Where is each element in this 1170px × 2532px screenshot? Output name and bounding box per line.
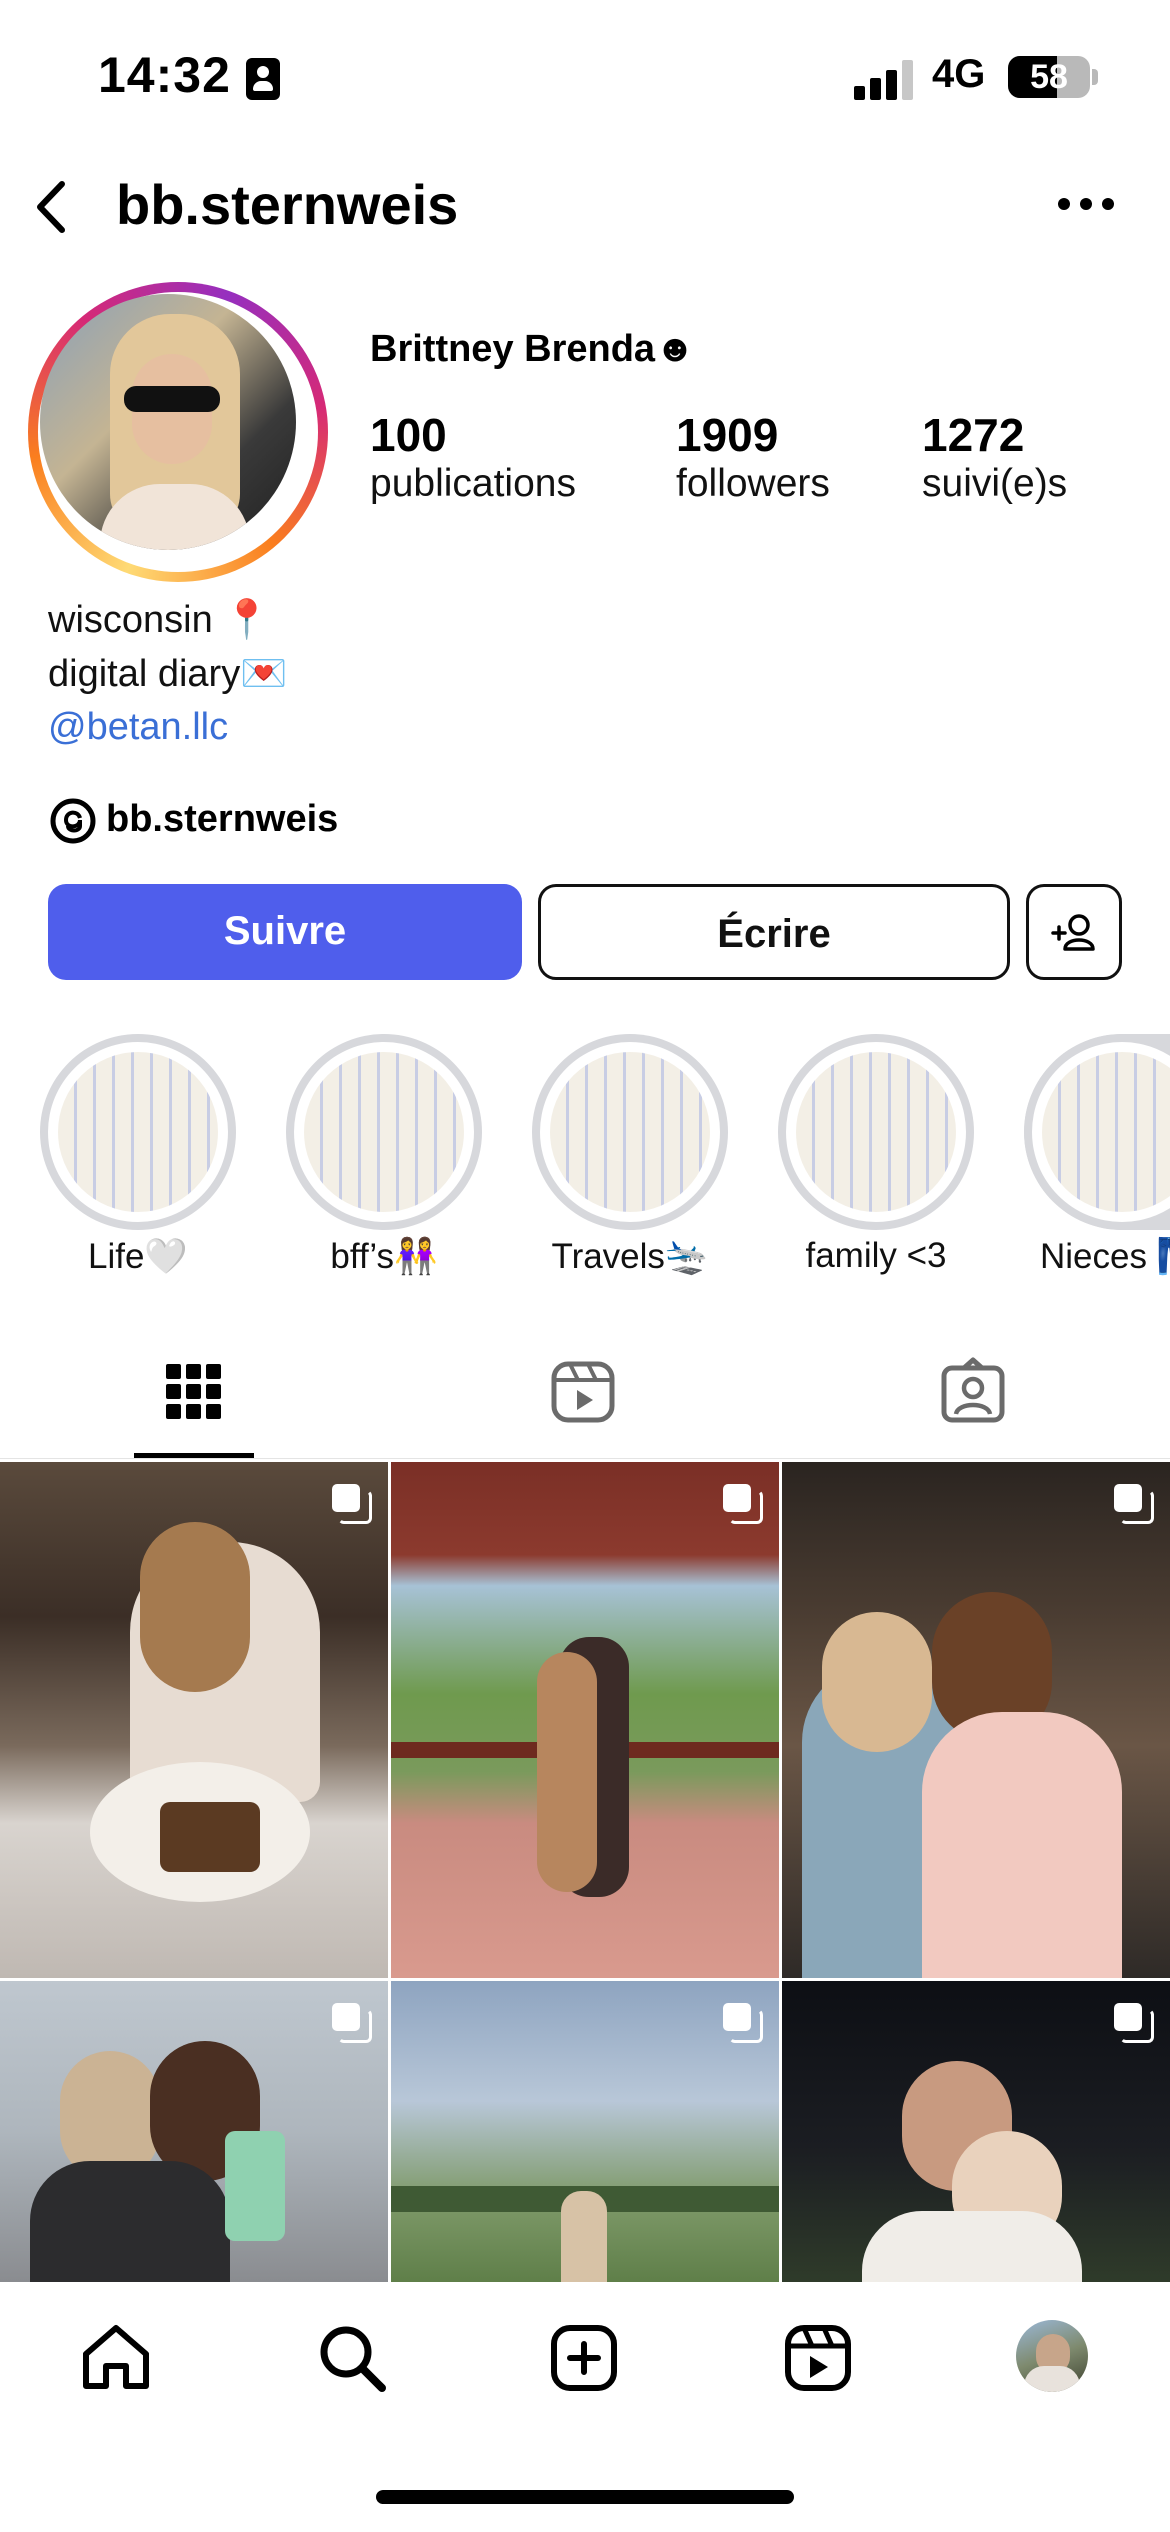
battery-icon: 58	[1008, 56, 1090, 98]
highlight-bffs[interactable]	[286, 1034, 482, 1230]
profile-avatar	[40, 294, 296, 550]
create-icon[interactable]	[546, 2320, 622, 2396]
threads-icon[interactable]	[48, 796, 98, 846]
suggest-users-button[interactable]	[1026, 884, 1122, 980]
carousel-icon	[1114, 2003, 1154, 2043]
stat-followers[interactable]: 1909 followers	[676, 408, 830, 506]
stat-followers-value: 1909	[676, 409, 779, 461]
stat-following-value: 1272	[922, 409, 1025, 461]
profile-full-name: Brittney Brenda☻	[370, 328, 696, 370]
highlight-label: Life🤍	[87, 1237, 188, 1276]
bio-mention-link[interactable]: @betan.llc	[48, 706, 228, 749]
network-type: 4G	[932, 52, 986, 96]
highlight-life[interactable]	[40, 1034, 236, 1230]
stat-posts-label: publications	[370, 462, 576, 505]
page-title: bb.sternweis	[116, 173, 459, 236]
follow-button[interactable]: Suivre	[48, 884, 522, 980]
battery-tip	[1092, 69, 1098, 85]
carousel-icon	[723, 1484, 763, 1524]
post-thumbnail[interactable]	[782, 1981, 1170, 2282]
search-icon[interactable]	[314, 2320, 390, 2396]
highlight-label: Nieces👖	[1040, 1237, 1170, 1276]
back-arrow-icon[interactable]	[24, 172, 84, 242]
status-time: 14:32	[98, 47, 231, 103]
reels-icon[interactable]	[780, 2320, 856, 2396]
stat-posts[interactable]: 100 publications	[370, 408, 576, 506]
threads-handle[interactable]: bb.sternweis	[106, 798, 338, 841]
highlight-label: bff’s👭	[330, 1237, 438, 1276]
add-user-icon	[1051, 914, 1095, 951]
post-thumbnail[interactable]	[391, 1462, 779, 1978]
stat-followers-label: followers	[676, 462, 830, 505]
signal-icon	[854, 58, 914, 100]
highlight-label: Travels🛬	[551, 1237, 709, 1276]
message-button[interactable]: Écrire	[538, 884, 1010, 980]
battery-level: 58	[1030, 58, 1068, 96]
reels-tab-icon[interactable]	[548, 1356, 618, 1426]
home-indicator	[376, 2490, 794, 2504]
post-thumbnail[interactable]	[391, 1981, 779, 2282]
stat-following-label: suivi(e)s	[922, 462, 1068, 505]
more-options-icon[interactable]	[1058, 198, 1114, 214]
post-thumbnail[interactable]	[0, 1462, 388, 1978]
tagged-icon[interactable]	[938, 1356, 1008, 1426]
carousel-icon	[723, 2003, 763, 2043]
home-icon[interactable]	[78, 2320, 154, 2396]
bio-line-location: wisconsin 📍	[48, 599, 271, 641]
tab-divider	[0, 1458, 1170, 1459]
highlight-family[interactable]	[778, 1034, 974, 1230]
highlight-label: family <3	[805, 1236, 947, 1275]
profile-avatar-story-ring[interactable]	[28, 282, 328, 582]
carousel-icon	[1114, 1484, 1154, 1524]
carousel-icon	[332, 1484, 372, 1524]
contact-card-icon	[246, 58, 280, 100]
grid-icon[interactable]	[158, 1356, 228, 1426]
stat-following[interactable]: 1272 suivi(e)s	[922, 408, 1067, 506]
post-thumbnail[interactable]	[0, 1981, 388, 2282]
post-thumbnail[interactable]	[782, 1462, 1170, 1978]
bio-line-description: digital diary💌	[48, 653, 288, 695]
highlight-nieces[interactable]	[1024, 1034, 1170, 1230]
carousel-icon	[332, 2003, 372, 2043]
highlight-travels[interactable]	[532, 1034, 728, 1230]
profile-avatar-nav[interactable]	[1016, 2320, 1088, 2392]
stat-posts-value: 100	[370, 409, 447, 461]
